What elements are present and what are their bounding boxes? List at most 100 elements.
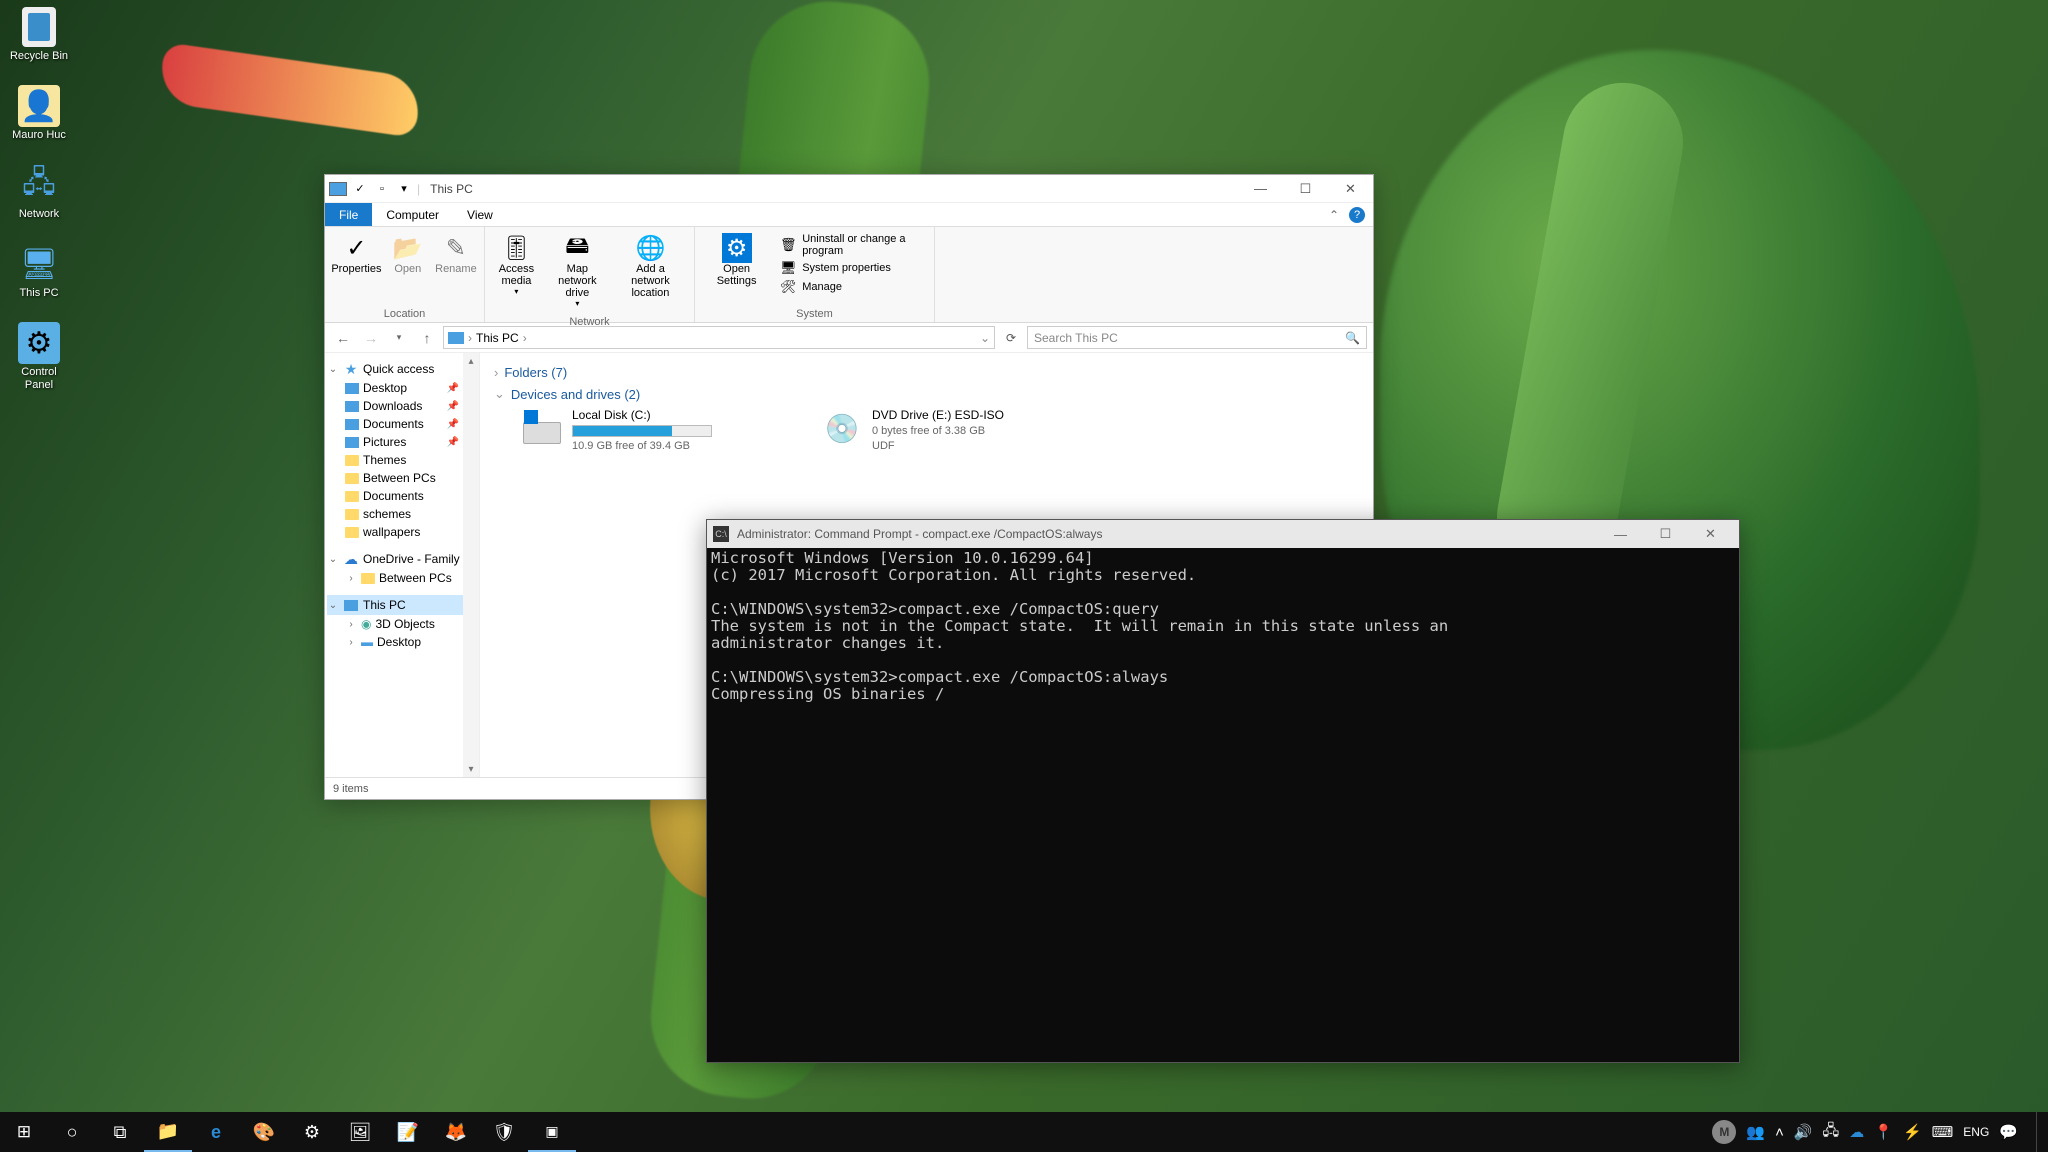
- tray-volume-icon[interactable]: 🔊: [1794, 1123, 1813, 1141]
- nav-item-3d-objects[interactable]: › ◉ 3D Objects: [327, 615, 477, 633]
- tray-language[interactable]: ENG: [1963, 1125, 1989, 1139]
- nav-scroll-down-icon[interactable]: ▾: [463, 761, 479, 777]
- taskbar-command-prompt[interactable]: ▣: [528, 1112, 576, 1152]
- chevron-right-icon[interactable]: ›: [345, 619, 357, 630]
- chevron-right-icon[interactable]: ›: [345, 637, 357, 648]
- tray-overflow-icon[interactable]: ˄: [1775, 1124, 1784, 1141]
- ribbon-uninstall-button[interactable]: 🗑Uninstall or change a program: [780, 233, 924, 257]
- address-dropdown-icon[interactable]: ⌄: [980, 331, 990, 345]
- tray-location-icon[interactable]: 📍: [1874, 1123, 1893, 1141]
- ribbon-add-location-button[interactable]: 🌐Add a network location: [611, 231, 690, 301]
- chevron-right-icon[interactable]: ›: [494, 365, 498, 380]
- taskbar[interactable]: ⊞ ○ ⧉ 📁 e 🎨 ⚙ 🖼 📝 🦊 🛡 ▣ M 👥 ˄ 🔊 🖧 ☁ 📍 ⚡ …: [0, 1112, 2048, 1152]
- taskbar-security[interactable]: 🛡: [480, 1112, 528, 1152]
- chevron-right-icon[interactable]: ›: [345, 573, 357, 584]
- address-field[interactable]: › This PC › ⌄: [443, 326, 995, 349]
- tray-action-center-icon[interactable]: 💬: [1999, 1123, 2018, 1141]
- maximize-button[interactable]: ☐: [1643, 520, 1688, 548]
- nav-item-documents[interactable]: Documents: [327, 487, 477, 505]
- chevron-down-icon[interactable]: ⌄: [327, 554, 339, 565]
- ribbon-rename-button[interactable]: ✎Rename: [432, 231, 480, 277]
- taskbar-edge[interactable]: e: [192, 1112, 240, 1152]
- minimize-button[interactable]: —: [1598, 520, 1643, 548]
- nav-item-desktop[interactable]: › ▬ Desktop: [327, 633, 477, 651]
- nav-item-downloads[interactable]: Downloads📌: [327, 397, 477, 415]
- nav-up-button[interactable]: ↑: [415, 326, 439, 350]
- command-prompt-window[interactable]: C:\ Administrator: Command Prompt - comp…: [706, 519, 1740, 1063]
- nav-onedrive[interactable]: ⌄ ☁ OneDrive - Family: [327, 549, 477, 569]
- ribbon-system-properties-button[interactable]: 🖥System properties: [780, 260, 924, 276]
- nav-quick-access[interactable]: ⌄ ★ Quick access: [327, 359, 477, 379]
- terminal-titlebar[interactable]: C:\ Administrator: Command Prompt - comp…: [707, 520, 1739, 548]
- nav-back-button[interactable]: ←: [331, 326, 355, 350]
- help-icon[interactable]: ?: [1349, 207, 1365, 223]
- search-input[interactable]: Search This PC 🔍: [1027, 326, 1367, 349]
- terminal-output[interactable]: Microsoft Windows [Version 10.0.16299.64…: [707, 548, 1739, 1062]
- show-desktop-button[interactable]: [2036, 1112, 2042, 1152]
- tab-computer[interactable]: Computer: [372, 203, 453, 226]
- ribbon-open-button[interactable]: 📂Open: [384, 231, 432, 277]
- cortana-button[interactable]: ○: [48, 1112, 96, 1152]
- taskbar-paint[interactable]: 🎨: [240, 1112, 288, 1152]
- ribbon-access-media-button[interactable]: 🎚Access media▾: [489, 231, 544, 298]
- ribbon-open-settings-button[interactable]: ⚙Open Settings: [699, 231, 774, 289]
- navigation-pane[interactable]: ▴ ▾ ⌄ ★ Quick access Desktop📌Downloads📌D…: [325, 353, 480, 777]
- nav-recent-button[interactable]: ▾: [387, 326, 411, 350]
- desktop-icon-recycle-bin[interactable]: Recycle Bin: [6, 6, 72, 63]
- tray-network-icon[interactable]: 🖧: [1823, 1120, 1840, 1145]
- nav-scroll-up-icon[interactable]: ▴: [463, 353, 479, 369]
- ribbon-properties-button[interactable]: ✓Properties: [329, 231, 384, 277]
- chevron-down-icon[interactable]: ⌄: [327, 600, 339, 611]
- ribbon-collapse-icon[interactable]: ⌃: [1329, 208, 1339, 222]
- taskbar-settings[interactable]: ⚙: [288, 1112, 336, 1152]
- nav-item-between-pcs[interactable]: › Between PCs: [327, 569, 477, 587]
- nav-this-pc[interactable]: ⌄ This PC: [327, 595, 477, 615]
- tray-people-icon[interactable]: 👥: [1746, 1123, 1765, 1141]
- task-view-button[interactable]: ⧉: [96, 1112, 144, 1152]
- group-devices[interactable]: ⌄ Devices and drives (2): [494, 386, 1359, 402]
- breadcrumb-separator[interactable]: ›: [468, 331, 472, 345]
- taskbar-photos[interactable]: 🖼: [336, 1112, 384, 1152]
- nav-item-pictures[interactable]: Pictures📌: [327, 433, 477, 451]
- taskbar-notepad[interactable]: 📝: [384, 1112, 432, 1152]
- refresh-button[interactable]: ⟳: [999, 331, 1023, 345]
- desktop-icon-this-pc[interactable]: 🖥 This PC: [6, 243, 72, 300]
- start-button[interactable]: ⊞: [0, 1112, 48, 1152]
- group-folders[interactable]: › Folders (7): [494, 365, 1359, 380]
- chevron-down-icon[interactable]: ⌄: [494, 386, 505, 402]
- chevron-down-icon[interactable]: ⌄: [327, 364, 339, 375]
- breadcrumb-separator[interactable]: ›: [523, 331, 527, 345]
- breadcrumb-this-pc[interactable]: This PC: [476, 331, 519, 345]
- nav-item-wallpapers[interactable]: wallpapers: [327, 523, 477, 541]
- qat-this-pc-icon[interactable]: [329, 180, 347, 198]
- drive-local-disk-c[interactable]: Local Disk (C:) 10.9 GB free of 39.4 GB: [522, 408, 782, 452]
- maximize-button[interactable]: ☐: [1283, 175, 1328, 203]
- ribbon-map-drive-button[interactable]: 🖴Map network drive▾: [544, 231, 611, 310]
- minimize-button[interactable]: —: [1238, 175, 1283, 203]
- nav-forward-button[interactable]: →: [359, 326, 383, 350]
- taskbar-firefox[interactable]: 🦊: [432, 1112, 480, 1152]
- nav-item-between-pcs[interactable]: Between PCs: [327, 469, 477, 487]
- tray-onedrive-icon[interactable]: ☁: [1849, 1123, 1864, 1141]
- nav-item-documents[interactable]: Documents📌: [327, 415, 477, 433]
- tray-user-badge[interactable]: M: [1712, 1120, 1736, 1144]
- tray-keyboard-icon[interactable]: ⌨: [1932, 1123, 1954, 1141]
- nav-item-schemes[interactable]: schemes: [327, 505, 477, 523]
- close-button[interactable]: ✕: [1328, 175, 1373, 203]
- qat-properties-icon[interactable]: ✓: [351, 180, 369, 198]
- desktop-icon-control-panel[interactable]: ⚙ Control Panel: [6, 322, 72, 392]
- tab-view[interactable]: View: [453, 203, 507, 226]
- drive-dvd[interactable]: 💿 DVD Drive (E:) ESD-ISO 0 bytes free of…: [822, 408, 1082, 452]
- tray-battery-icon[interactable]: ⚡: [1903, 1123, 1922, 1141]
- close-button[interactable]: ✕: [1688, 520, 1733, 548]
- ribbon-manage-button[interactable]: 🛠Manage: [780, 279, 924, 295]
- taskbar-file-explorer[interactable]: 📁: [144, 1112, 192, 1152]
- qat-new-folder-icon[interactable]: ▫: [373, 180, 391, 198]
- tab-file[interactable]: File: [325, 203, 372, 226]
- desktop-icon-user[interactable]: 👤 Mauro Huc: [6, 85, 72, 142]
- desktop-icon-network[interactable]: 🖧 Network: [6, 164, 72, 221]
- qat-customize-icon[interactable]: ▾: [395, 180, 413, 198]
- search-icon[interactable]: 🔍: [1345, 331, 1360, 345]
- nav-item-themes[interactable]: Themes: [327, 451, 477, 469]
- explorer-titlebar[interactable]: ✓ ▫ ▾ | This PC — ☐ ✕: [325, 175, 1373, 203]
